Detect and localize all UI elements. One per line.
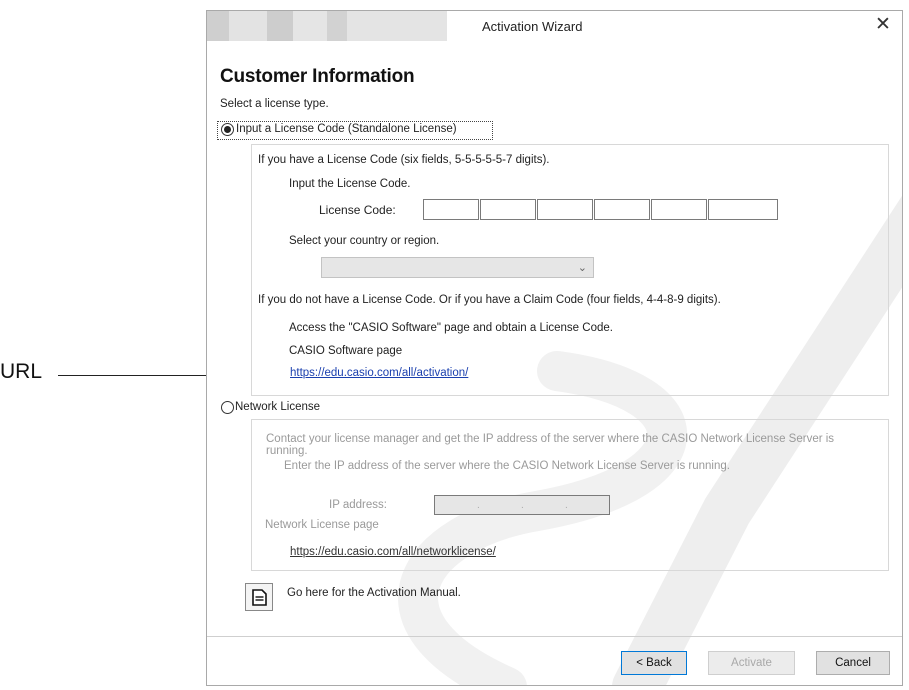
license-code-field-2[interactable] <box>480 199 536 220</box>
have-code-text: If you have a License Code (six fields, … <box>258 154 550 166</box>
network-license-label[interactable]: Network License <box>235 401 320 413</box>
standalone-license-radio[interactable] <box>221 123 234 136</box>
blurred-title-area <box>207 11 447 41</box>
activate-button[interactable]: Activate <box>708 651 795 675</box>
page-title: Customer Information <box>220 66 415 87</box>
network-page-label: Network License page <box>265 519 379 531</box>
contact-manager-text: Contact your license manager and get the… <box>266 433 835 457</box>
country-select[interactable]: ⌄ <box>321 257 594 278</box>
enter-ip-text: Enter the IP address of the server where… <box>284 460 730 472</box>
license-code-field-4[interactable] <box>594 199 650 220</box>
activation-wizard-window: Activation Wizard ✕ Customer Information… <box>206 10 903 686</box>
activation-manual-link[interactable]: Go here for the Activation Manual. <box>287 587 461 599</box>
ip-address-label: IP address: <box>329 499 387 511</box>
document-icon[interactable] <box>245 583 273 611</box>
no-code-text: If you do not have a License Code. Or if… <box>258 294 721 306</box>
back-button[interactable]: < Back <box>621 651 687 675</box>
network-license-radio[interactable] <box>221 401 234 414</box>
title-bar: Activation Wizard ✕ <box>207 11 902 41</box>
standalone-license-label[interactable]: Input a License Code (Standalone License… <box>236 123 457 135</box>
cancel-button[interactable]: Cancel <box>816 651 890 675</box>
chevron-down-icon: ⌄ <box>577 262 587 274</box>
license-code-field-6[interactable] <box>708 199 778 220</box>
window-title: Activation Wizard <box>482 19 583 34</box>
access-software-text: Access the "CASIO Software" page and obt… <box>289 322 613 334</box>
license-code-field-3[interactable] <box>537 199 593 220</box>
license-code-field-1[interactable] <box>423 199 479 220</box>
network-page-link[interactable]: https://edu.casio.com/all/networklicense… <box>290 546 496 558</box>
software-page-link[interactable]: https://edu.casio.com/all/activation/ <box>290 367 468 379</box>
close-icon[interactable]: ✕ <box>872 14 894 36</box>
footer-divider <box>207 636 902 637</box>
license-type-prompt: Select a license type. <box>220 98 329 110</box>
country-prompt: Select your country or region. <box>289 235 440 247</box>
license-code-field-5[interactable] <box>651 199 707 220</box>
software-page-label: CASIO Software page <box>289 345 403 357</box>
license-code-label: License Code: <box>319 203 396 217</box>
ip-address-input[interactable]: . . . <box>434 495 610 515</box>
input-code-prompt: Input the License Code. <box>289 178 411 190</box>
url-callout-label: URL <box>0 360 43 383</box>
